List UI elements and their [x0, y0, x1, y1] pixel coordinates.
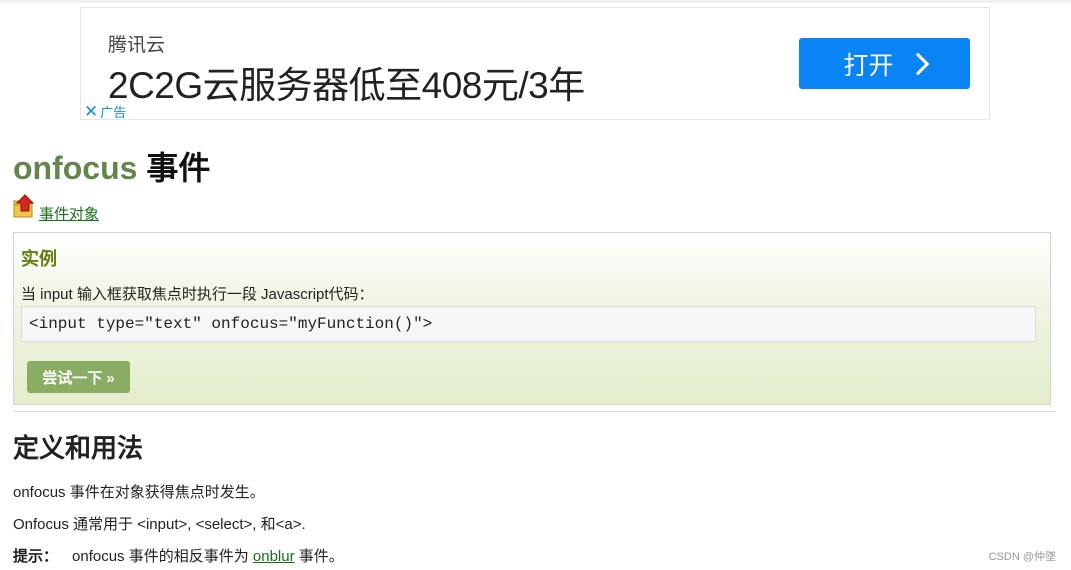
code-block: <input type="text" onfocus="myFunction()…: [21, 306, 1036, 342]
example-heading: 实例: [21, 249, 57, 269]
definition-paragraph-1: onfocus 事件在对象获得焦点时发生。: [13, 484, 265, 501]
ad-open-button[interactable]: 打开: [799, 38, 970, 89]
try-it-button[interactable]: 尝试一下 »: [27, 361, 130, 393]
ad-open-label: 打开: [843, 51, 894, 80]
page-title-rest: 事件: [137, 150, 211, 186]
tip-label: 提示：: [13, 548, 59, 565]
event-object-link[interactable]: 事件对象: [13, 193, 99, 224]
tip-paragraph: 提示： onfocus 事件的相反事件为 onblur 事件。: [13, 545, 344, 566]
code-text: <input type="text" onfocus="myFunction()…: [29, 315, 433, 333]
chevron-right-icon: [906, 52, 929, 75]
ad-label: 广告: [100, 105, 127, 120]
watermark: CSDN @仲墜: [988, 551, 1056, 563]
close-icon: ✕: [84, 102, 99, 121]
top-border: [0, 0, 1071, 3]
divider: [13, 411, 1056, 412]
tip-text-after: 事件。: [294, 548, 344, 565]
ad-brand: 腾讯云: [108, 35, 166, 56]
example-box: 实例 当 input 输入框获取焦点时执行一段 Javascript代码： <i…: [13, 232, 1051, 405]
event-object-link-text[interactable]: 事件对象: [39, 203, 99, 224]
example-description: 当 input 输入框获取焦点时执行一段 Javascript代码：: [21, 286, 374, 303]
ad-close-button[interactable]: ✕ 广告: [84, 102, 126, 121]
onblur-link[interactable]: onblur: [253, 548, 295, 565]
ad-headline: 2C2G云服务器低至408元/3年: [108, 65, 585, 106]
up-arrow-folder-icon: [13, 193, 37, 224]
page-title: onfocus 事件: [13, 143, 210, 189]
definition-paragraph-2: Onfocus 通常用于 <input>, <select>, 和<a>.: [13, 516, 306, 533]
tip-text-before: onfocus 事件的相反事件为: [72, 548, 253, 565]
ad-banner[interactable]: 腾讯云 2C2G云服务器低至408元/3年 打开 ✕ 广告: [80, 7, 990, 120]
page-title-accent: onfocus: [13, 150, 138, 186]
definition-heading: 定义和用法: [13, 433, 144, 463]
